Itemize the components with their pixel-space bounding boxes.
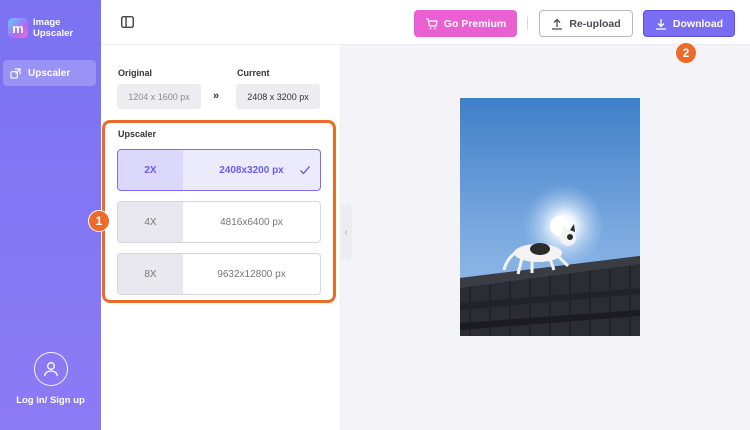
login-link[interactable]: Log in/ Sign up — [0, 395, 101, 406]
settings-panel: Original 1204 x 1600 px » Current 2408 x… — [101, 45, 341, 430]
arrow-icon: » — [213, 90, 220, 102]
re-upload-button[interactable]: Re-upload — [539, 10, 633, 37]
annotation-badge-1: 1 — [88, 210, 110, 232]
panel-toggle-icon[interactable] — [121, 16, 134, 28]
app-window: m Image Upscaler Upscaler Log in/ Sign u… — [0, 0, 750, 430]
original-size: 1204 x 1600 px — [117, 84, 201, 109]
account-area[interactable]: Log in/ Sign up — [0, 352, 101, 406]
upscale-icon — [10, 67, 21, 79]
re-upload-label: Re-upload — [569, 17, 621, 30]
app-logo: m — [8, 18, 28, 38]
cart-icon — [425, 17, 438, 29]
collapse-panel-handle[interactable]: ‹ — [340, 204, 352, 260]
go-premium-button[interactable]: Go Premium — [414, 10, 517, 37]
current-label: Current — [237, 68, 270, 78]
sidebar-item-label: Upscaler — [28, 67, 71, 79]
option-8x[interactable]: 8X 9632x12800 px — [117, 253, 321, 295]
current-size: 2408 x 3200 px — [236, 84, 320, 109]
option-2x[interactable]: 2X 2408x3200 px — [117, 149, 321, 191]
check-icon — [300, 166, 311, 175]
toolbar-divider — [527, 17, 528, 30]
chevron-left-icon: ‹ — [344, 226, 348, 238]
download-icon — [655, 18, 666, 30]
option-scale: 2X — [118, 150, 183, 190]
annotation-badge-2: 2 — [675, 42, 697, 64]
sidebar: m Image Upscaler Upscaler Log in/ Sign u… — [0, 0, 101, 430]
option-4x[interactable]: 4X 4816x6400 px — [117, 201, 321, 243]
option-resolution: 9632x12800 px — [217, 268, 286, 280]
download-label: Download — [672, 17, 724, 30]
download-button[interactable]: Download — [643, 10, 735, 37]
sidebar-item-upscaler[interactable]: Upscaler — [3, 60, 96, 86]
upscaler-title: Upscaler — [118, 129, 157, 139]
user-icon — [43, 362, 58, 377]
original-label: Original — [118, 68, 153, 78]
option-scale: 8X — [118, 254, 183, 294]
option-scale: 4X — [118, 202, 183, 242]
brand: m Image Upscaler — [8, 17, 83, 39]
top-bar: Go Premium Re-upload Download — [101, 0, 750, 45]
upload-icon — [552, 18, 563, 30]
preview-image — [460, 98, 640, 336]
avatar[interactable] — [33, 352, 68, 386]
option-resolution: 4816x6400 px — [220, 216, 283, 228]
app-name: Image Upscaler — [33, 17, 74, 39]
go-premium-label: Go Premium — [443, 17, 507, 30]
